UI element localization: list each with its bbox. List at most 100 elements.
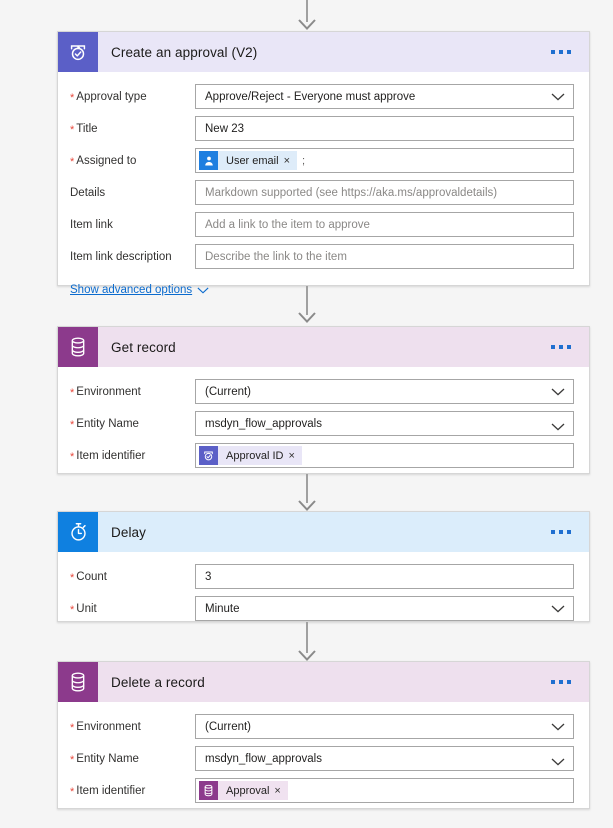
item-identifier-input[interactable]: Approval × [195, 778, 574, 803]
field-label: * Approval type [70, 90, 147, 104]
field-label: * Environment [70, 720, 141, 734]
field-row-entity-name: * Entity Name msdyn_flow_approvals [70, 746, 574, 771]
field-row-details: Details Markdown supported (see https://… [70, 180, 574, 205]
required-marker: * [70, 603, 75, 616]
field-row-count: * Count 3 [70, 564, 574, 589]
field-label: Item link description [70, 250, 172, 263]
field-row-entity-name: * Entity Name msdyn_flow_approvals [70, 411, 574, 436]
field-row-environment: * Environment (Current) [70, 379, 574, 404]
database-icon [199, 781, 218, 800]
arrow-down-icon [297, 19, 316, 30]
field-label: * Environment [70, 385, 141, 399]
field-row-item-identifier: * Item identifier [70, 443, 574, 468]
token-label: Approval ID [218, 446, 289, 465]
close-icon[interactable]: × [283, 151, 298, 170]
card-header[interactable]: Create an approval (V2) [58, 32, 589, 72]
field-label: Item link [70, 218, 113, 231]
entity-name-dropdown[interactable]: msdyn_flow_approvals [195, 411, 574, 436]
field-row-approval-type: * Approval type Approve/Reject - Everyon… [70, 84, 574, 109]
field-row-unit: * Unit Minute [70, 596, 574, 621]
title-input[interactable]: New 23 [195, 116, 574, 141]
token-label: User email [218, 151, 284, 170]
required-marker: * [70, 123, 75, 136]
field-label: * Unit [70, 602, 97, 616]
ellipsis-icon[interactable] [547, 44, 575, 60]
assigned-to-input[interactable]: User email × ; [195, 148, 574, 173]
required-marker: * [70, 721, 75, 734]
token-chip-approval[interactable]: Approval × [199, 781, 288, 800]
database-icon [58, 327, 98, 367]
required-marker: * [70, 418, 75, 431]
ellipsis-icon[interactable] [547, 524, 575, 540]
token-chip-approval-id[interactable]: Approval ID × [199, 446, 302, 465]
user-icon [199, 151, 218, 170]
field-row-title: * Title New 23 [70, 116, 574, 141]
field-row-environment: * Environment (Current) [70, 714, 574, 739]
card-body: * Environment (Current) * Entity Name ms… [58, 367, 589, 481]
arrow-down-icon [297, 312, 316, 323]
required-marker: * [70, 785, 75, 798]
card-title: Create an approval (V2) [111, 44, 258, 60]
entity-name-dropdown[interactable]: msdyn_flow_approvals [195, 746, 574, 771]
required-marker: * [70, 753, 75, 766]
connector-1 [0, 286, 613, 323]
connector-line [305, 474, 308, 503]
stopwatch-icon [58, 512, 98, 552]
card-title: Delay [111, 524, 147, 540]
database-icon [58, 662, 98, 702]
field-row-assigned-to: * Assigned to User email × ; [70, 148, 574, 173]
flow-designer-canvas: Create an approval (V2) * Approval type … [0, 0, 613, 828]
connector-3 [0, 622, 613, 661]
connector-2 [0, 474, 613, 511]
field-label: Details [70, 186, 106, 199]
required-marker: * [70, 571, 75, 584]
unit-dropdown[interactable]: Minute [195, 596, 574, 621]
action-card-delay[interactable]: Delay * Count 3 * Unit Minute [57, 511, 590, 622]
card-body: * Environment (Current) * Entity Name ms… [58, 702, 589, 816]
connector-top [0, 0, 613, 30]
field-label: * Item identifier [70, 784, 146, 798]
required-marker: * [70, 155, 75, 168]
connector-line [305, 622, 308, 653]
item-link-input[interactable]: Add a link to the item to approve [195, 212, 574, 237]
field-label: * Entity Name [70, 752, 139, 766]
required-marker: * [70, 91, 75, 104]
environment-dropdown[interactable]: (Current) [195, 714, 574, 739]
arrow-down-icon [297, 500, 316, 511]
card-title: Get record [111, 339, 176, 355]
close-icon[interactable]: × [288, 446, 302, 465]
field-label: * Entity Name [70, 417, 139, 431]
required-marker: * [70, 386, 75, 399]
card-body: * Approval type Approve/Reject - Everyon… [58, 72, 589, 311]
card-header[interactable]: Delay [58, 512, 589, 552]
field-row-item-link-description: Item link description Describe the link … [70, 244, 574, 269]
field-label: * Item identifier [70, 449, 146, 463]
card-title: Delete a record [111, 674, 205, 690]
environment-dropdown[interactable]: (Current) [195, 379, 574, 404]
approval-type-dropdown[interactable]: Approve/Reject - Everyone must approve [195, 84, 574, 109]
ellipsis-icon[interactable] [547, 339, 575, 355]
action-card-delete-record[interactable]: Delete a record * Environment (Current) [57, 661, 590, 809]
count-input[interactable]: 3 [195, 564, 574, 589]
separator-text: ; [302, 154, 306, 167]
token-chip-user-email[interactable]: User email × [199, 151, 298, 170]
action-card-get-record[interactable]: Get record * Environment (Current) * Ent… [57, 326, 590, 474]
item-identifier-input[interactable]: Approval ID × [195, 443, 574, 468]
card-header[interactable]: Delete a record [58, 662, 589, 702]
approval-icon [58, 32, 98, 72]
field-row-item-link: Item link Add a link to the item to appr… [70, 212, 574, 237]
field-label: * Assigned to [70, 154, 137, 168]
action-card-create-approval[interactable]: Create an approval (V2) * Approval type … [57, 31, 590, 296]
field-label: * Count [70, 570, 107, 584]
connector-line [305, 286, 308, 315]
required-marker: * [70, 450, 75, 463]
item-link-description-input[interactable]: Describe the link to the item [195, 244, 574, 269]
ellipsis-icon[interactable] [547, 674, 575, 690]
arrow-down-icon [297, 650, 316, 661]
field-row-item-identifier: * Item identifier [70, 778, 574, 803]
approval-icon [199, 446, 218, 465]
field-label: * Title [70, 122, 98, 136]
card-header[interactable]: Get record [58, 327, 589, 367]
close-icon[interactable]: × [274, 781, 288, 800]
details-input[interactable]: Markdown supported (see https://aka.ms/a… [195, 180, 574, 205]
